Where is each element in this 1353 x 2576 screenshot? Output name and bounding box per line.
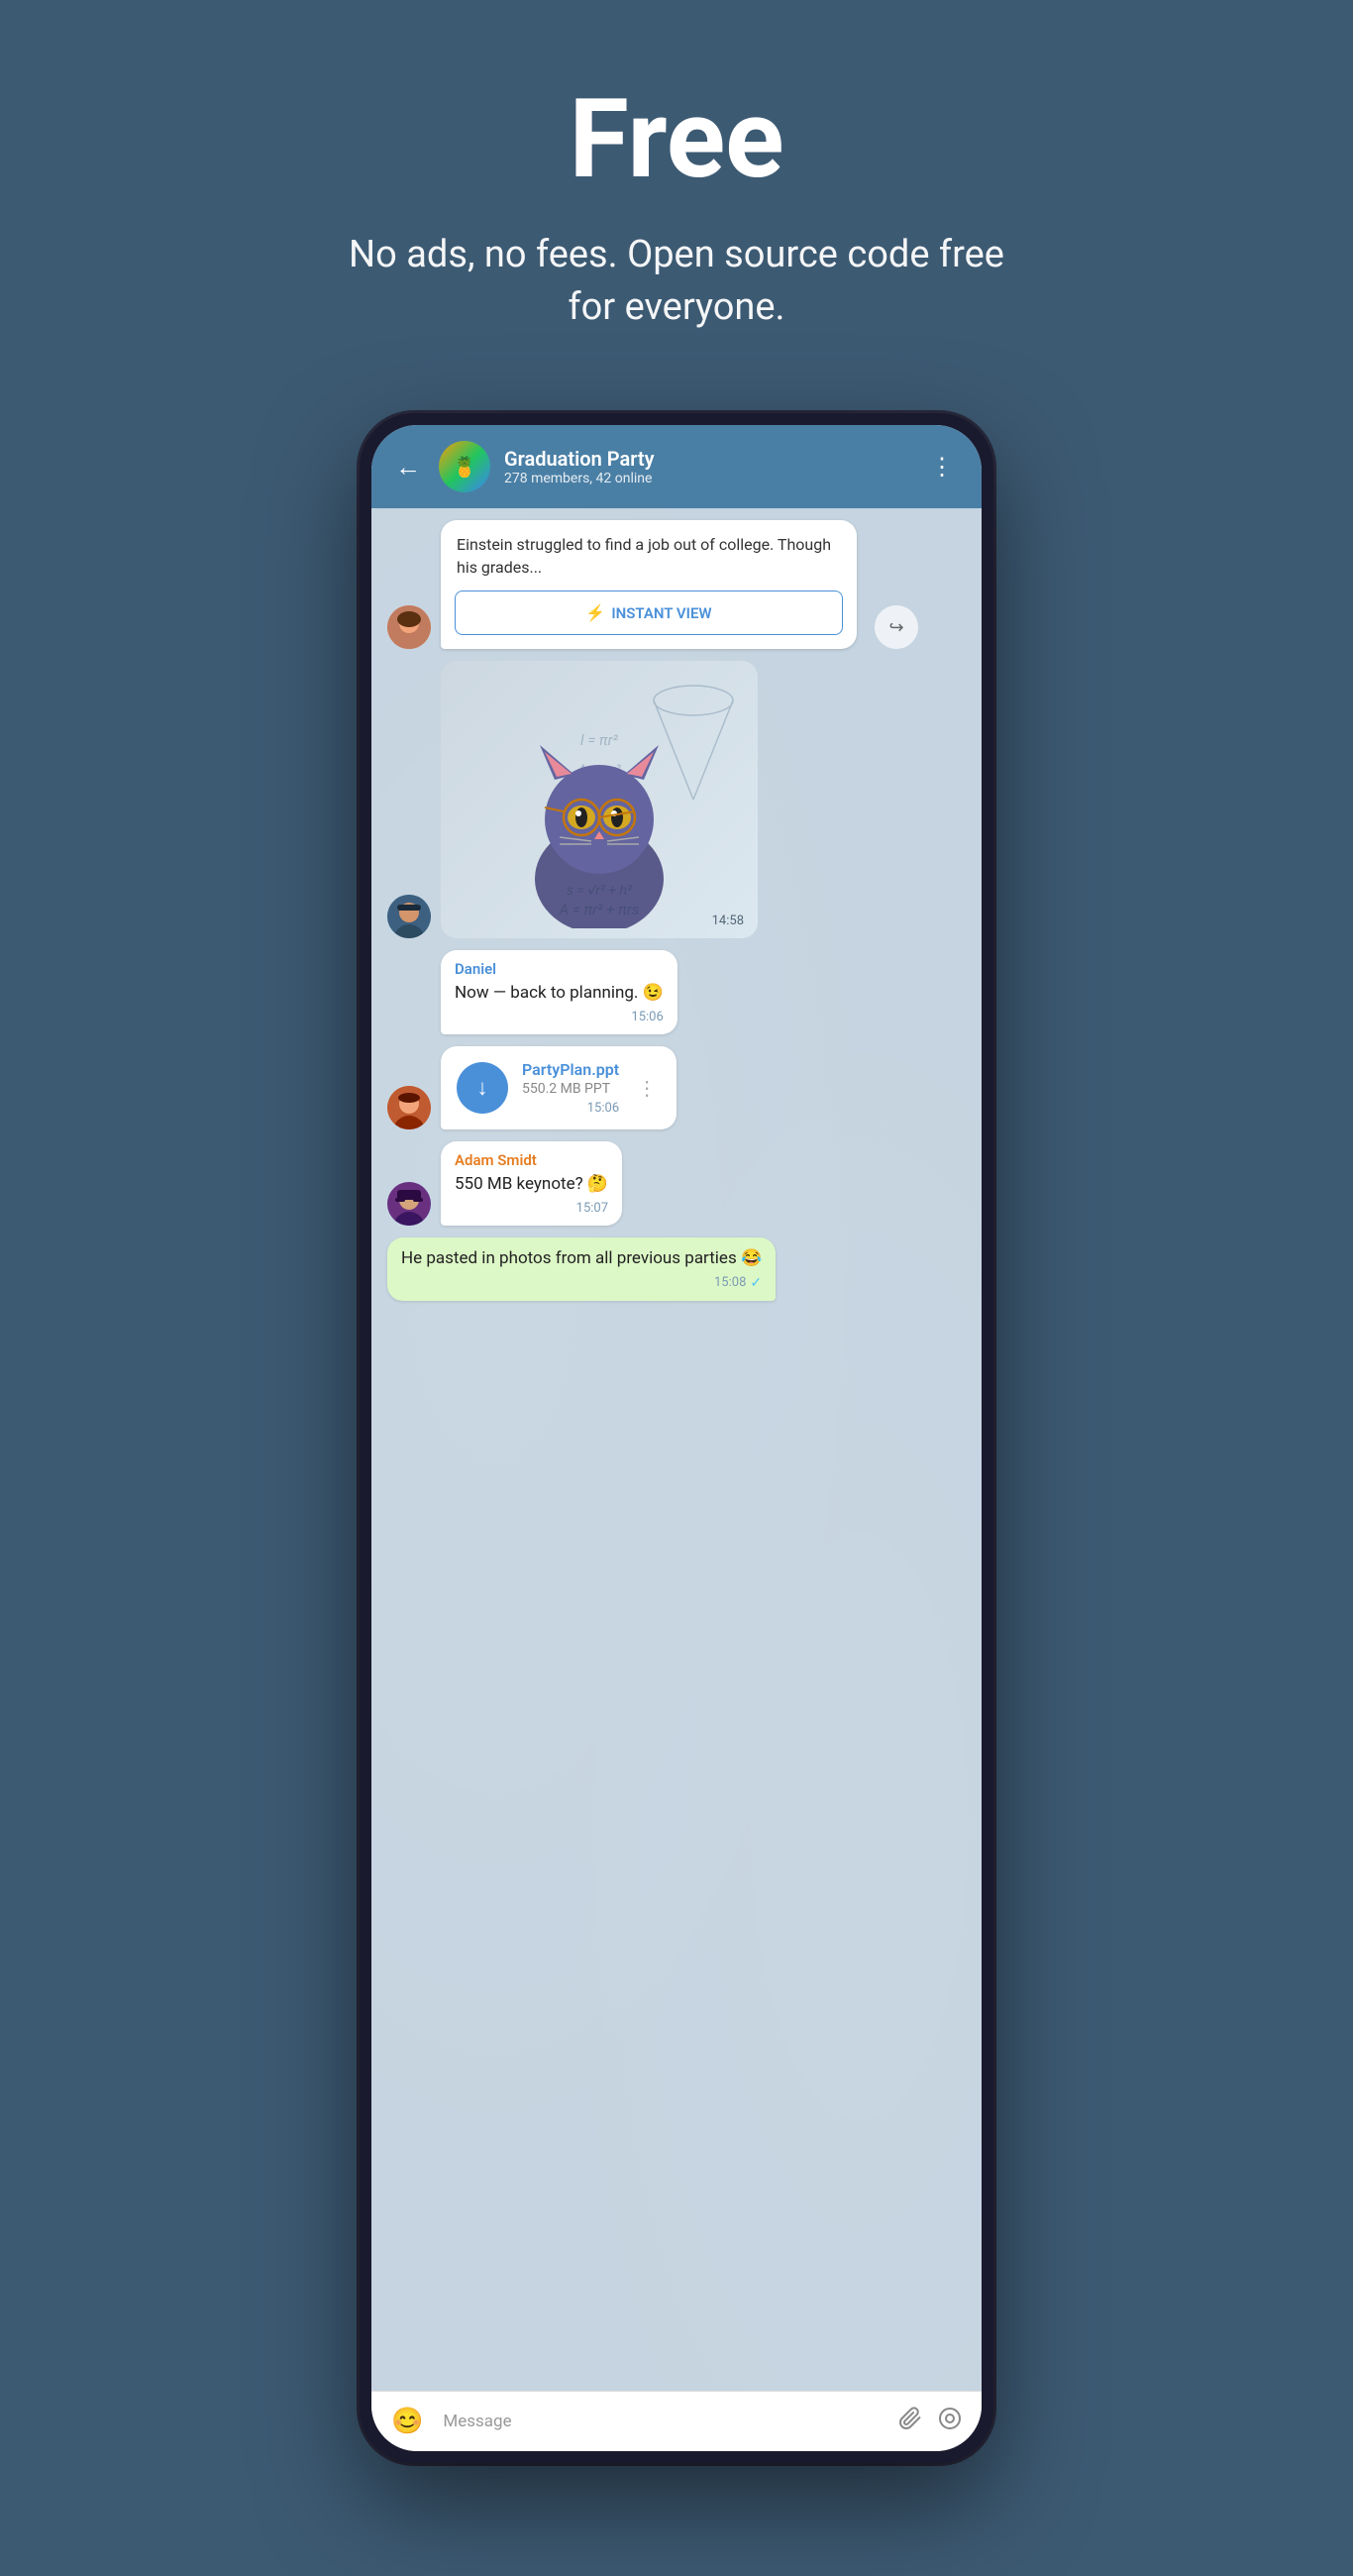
file-bubble: ↓ PartyPlan.ppt 550.2 MB PPT 15:06 ⋮: [441, 1046, 676, 1129]
avatar-boy3: [387, 1182, 431, 1226]
download-button[interactable]: ↓: [457, 1062, 508, 1114]
daniel-message-row: Daniel Now — back to planning. 😉 15:06: [441, 950, 966, 1034]
math-formula: s = √r² + h²: [441, 883, 758, 899]
group-avatar: 🍍: [439, 441, 490, 492]
phone: ← 🍍 Graduation Party 278 members, 42 onl…: [360, 413, 993, 2463]
my-text: He pasted in photos from all previous pa…: [401, 1247, 762, 1271]
avatar-girl: [387, 605, 431, 649]
adam-time: 15:07: [576, 1201, 608, 1216]
chat-body: Einstein struggled to find a job out of …: [371, 508, 982, 2391]
hero-title: Free: [330, 79, 1023, 199]
paperclip-icon: [898, 2407, 922, 2430]
adam-meta: 15:07: [455, 1201, 608, 1216]
avatar-boy2-svg: [387, 1086, 431, 1129]
my-time: 15:08: [714, 1275, 746, 1290]
daniel-sender-name: Daniel: [455, 960, 664, 978]
my-message-row: He pasted in photos from all previous pa…: [387, 1237, 966, 1301]
attach-button[interactable]: [898, 2407, 922, 2436]
camera-icon: [938, 2407, 962, 2430]
adam-bubble: Adam Smidt 550 MB keynote? 🤔 15:07: [441, 1141, 622, 1226]
file-name: PartyPlan.ppt: [522, 1060, 619, 1079]
adam-sender-name: Adam Smidt: [455, 1151, 608, 1169]
phone-wrapper: ← 🍍 Graduation Party 278 members, 42 onl…: [360, 393, 993, 2542]
emoji-button[interactable]: 😊: [391, 2407, 423, 2436]
file-info: PartyPlan.ppt 550.2 MB PPT 15:06: [522, 1060, 619, 1116]
avatar-boy1: [387, 895, 431, 938]
sticker-container: l = πr² A = πr² V = l³ P = 2πr A = πr²: [441, 661, 758, 938]
daniel-bubble: Daniel Now — back to planning. 😉 15:06: [441, 950, 677, 1034]
math-formula-2: A = πr² + πrs: [441, 901, 758, 918]
group-avatar-inner: 🍍: [439, 441, 490, 492]
more-options-icon[interactable]: ⋮: [922, 449, 962, 484]
group-name: Graduation Party: [504, 447, 908, 471]
file-size: 550.2 MB PPT: [522, 1081, 619, 1097]
bolt-icon: ⚡: [585, 603, 605, 622]
message-row: Einstein struggled to find a job out of …: [387, 520, 966, 649]
avatar-girl-svg: [387, 605, 431, 649]
daniel-meta: 15:06: [455, 1010, 664, 1024]
hero-section: Free No ads, no fees. Open source code f…: [290, 0, 1063, 393]
article-text: Einstein struggled to find a job out of …: [441, 520, 857, 590]
avatar-boy1-svg: [387, 895, 431, 938]
avatar-boy3-svg: [387, 1182, 431, 1226]
phone-screen: ← 🍍 Graduation Party 278 members, 42 onl…: [371, 425, 982, 2451]
camera-button[interactable]: [938, 2407, 962, 2436]
file-more-options[interactable]: ⋮: [633, 1076, 661, 1100]
my-meta: 15:08 ✓: [401, 1275, 762, 1291]
instant-view-label: INSTANT VIEW: [611, 604, 711, 622]
daniel-time: 15:06: [631, 1010, 663, 1024]
group-members: 278 members, 42 online: [504, 471, 908, 486]
instant-view-button[interactable]: ⚡ INSTANT VIEW: [455, 590, 843, 635]
article-bubble: Einstein struggled to find a job out of …: [441, 520, 857, 649]
forward-button[interactable]: ↪: [875, 605, 918, 649]
sticker-time: 14:58: [712, 913, 744, 928]
adam-message-row: Adam Smidt 550 MB keynote? 🤔 15:07: [387, 1141, 966, 1226]
cat-sticker-svg: [510, 730, 688, 928]
chat-header: ← 🍍 Graduation Party 278 members, 42 onl…: [371, 425, 982, 508]
my-checkmark: ✓: [750, 1275, 762, 1291]
sticker-row: l = πr² A = πr² V = l³ P = 2πr A = πr²: [387, 661, 966, 938]
input-bar: 😊 Message: [371, 2391, 982, 2451]
group-info: Graduation Party 278 members, 42 online: [504, 447, 908, 486]
my-bubble: He pasted in photos from all previous pa…: [387, 1237, 776, 1301]
back-button[interactable]: ←: [391, 448, 425, 486]
file-meta: 15:06: [522, 1101, 619, 1116]
adam-text: 550 MB keynote? 🤔: [455, 1173, 608, 1197]
message-input-placeholder[interactable]: Message: [439, 2404, 883, 2439]
avatar-boy2: [387, 1086, 431, 1129]
daniel-text: Now — back to planning. 😉: [455, 982, 664, 1006]
file-time: 15:06: [587, 1101, 619, 1116]
file-message-row: ↓ PartyPlan.ppt 550.2 MB PPT 15:06 ⋮: [387, 1046, 966, 1129]
hero-subtitle: No ads, no fees. Open source code free f…: [330, 229, 1023, 334]
